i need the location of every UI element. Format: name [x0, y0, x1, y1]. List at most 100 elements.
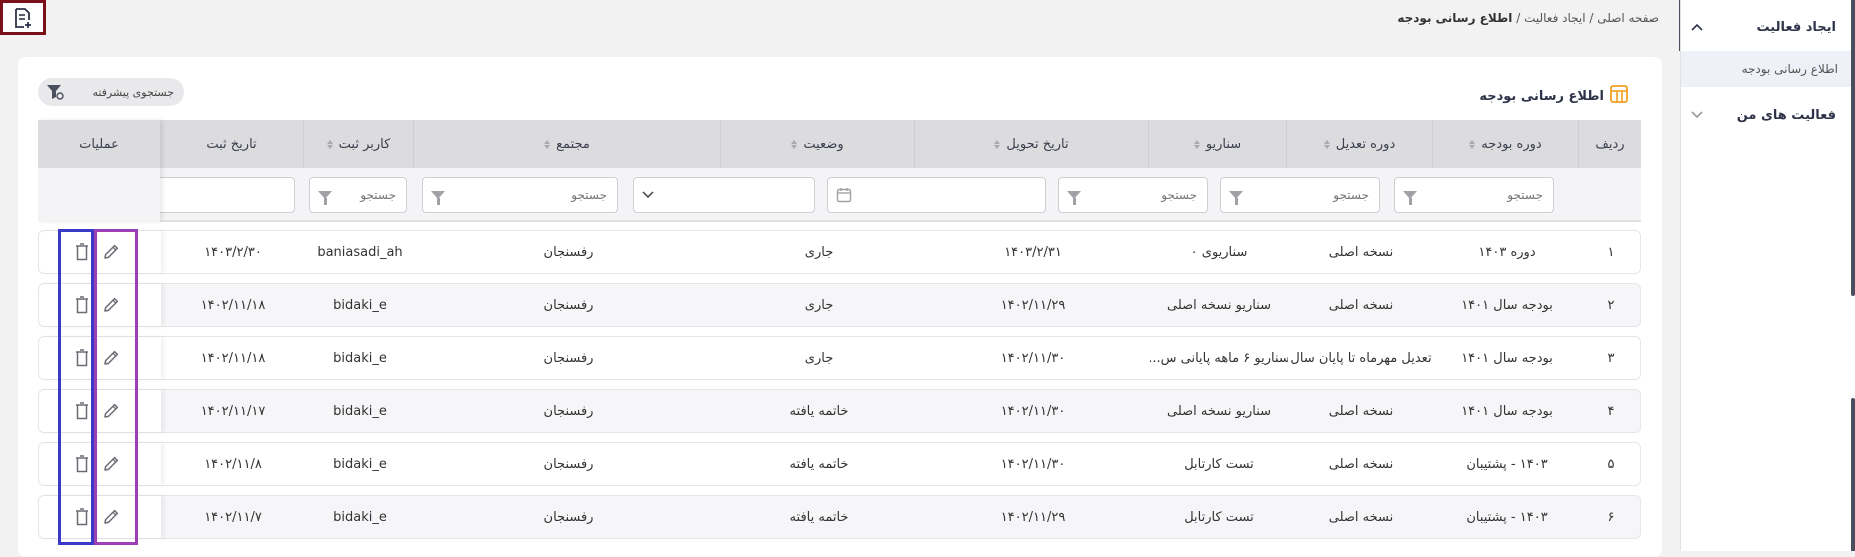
filter-input[interactable] — [445, 187, 609, 203]
column-header-label: دوره بودجه — [1481, 136, 1542, 152]
cell-index: ۳ — [1607, 350, 1615, 366]
cell-scenario: تست کارتابل — [1184, 509, 1254, 525]
column-header-created-date[interactable]: تاریخ ثبت — [160, 120, 304, 168]
cell-complex: رفسنجان — [543, 350, 594, 366]
cell-status: جاری — [804, 244, 834, 260]
sort-icon[interactable] — [791, 139, 798, 149]
filter-input[interactable] — [1417, 187, 1545, 203]
cell-budget-period: ۱۴۰۳ - پشتیبان — [1466, 509, 1548, 525]
cell-user: bidaki_e — [333, 456, 387, 472]
breadcrumb-separator: / — [1585, 11, 1598, 25]
column-header-adjust-period[interactable]: دوره تعدیل — [1287, 120, 1433, 168]
advanced-search-label: جستجوی پیشرفته — [92, 85, 174, 99]
table-row[interactable]: ۴ بودجه سال ۱۴۰۱ نسخه اصلی سناریو نسخه اصلی… — [38, 389, 1641, 433]
cell-budget-period: ۱۴۰۳ - پشتیبان — [1466, 456, 1548, 472]
sort-icon[interactable] — [1193, 139, 1200, 149]
sort-icon[interactable] — [994, 139, 1001, 149]
filter-scenario[interactable] — [1058, 177, 1208, 213]
column-header-label: عملیات — [38, 120, 160, 168]
breadcrumb-section[interactable]: ایجاد فعالیت — [1524, 11, 1585, 25]
cell-index: ۵ — [1607, 456, 1615, 472]
column-header-label: ردیف — [1595, 136, 1625, 152]
cell-budget-period: بودجه سال ۱۴۰۱ — [1461, 350, 1553, 366]
cell-complex: رفسنجان — [543, 403, 594, 419]
column-header-delivery-date[interactable]: تاریخ تحویل — [915, 120, 1149, 168]
card-title: اطلاع رسانی بودجه — [1479, 85, 1628, 107]
chevron-up-icon — [1691, 23, 1703, 31]
cell-status: خاتمه یافته — [789, 403, 849, 419]
cell-user: bidaki_e — [333, 509, 387, 525]
column-header-status[interactable]: وضعیت — [721, 120, 915, 168]
filter-icon — [318, 191, 332, 205]
sidebar-subitem-label: اطلاع رسانی بودجه — [1741, 62, 1838, 76]
sidebar-item-label: فعالیت های من — [1736, 107, 1836, 123]
breadcrumb-home[interactable]: صفحه اصلی — [1597, 11, 1659, 25]
table-header: ردیف دوره بودجه دوره تعدیل سناریو تاریخ … — [38, 120, 1641, 168]
cell-index: ۶ — [1607, 509, 1615, 525]
cell-budget-period: دوره ۱۴۰۳ — [1478, 244, 1536, 260]
sidebar-item-create-activity[interactable]: ایجاد فعالیت — [1681, 12, 1855, 42]
sidebar-subitem-budget-notice[interactable]: اطلاع رسانی بودجه — [1681, 51, 1852, 87]
sidebar-scrollbar[interactable] — [1851, 398, 1855, 551]
sort-icon[interactable] — [544, 139, 551, 149]
filter-input[interactable] — [1081, 187, 1199, 203]
column-header-budget-period[interactable]: دوره بودجه — [1433, 120, 1579, 168]
sort-icon[interactable] — [1469, 139, 1476, 149]
column-header-scenario[interactable]: سناریو — [1149, 120, 1287, 168]
filter-status-select[interactable] — [633, 177, 815, 213]
add-report-button[interactable] — [0, 0, 46, 35]
table-row[interactable]: ۵ ۱۴۰۳ - پشتیبان نسخه اصلی تست کارتابل ۱۴۰۲/… — [38, 442, 1641, 486]
filter-budget-period[interactable] — [1394, 177, 1554, 213]
sort-icon[interactable] — [1323, 139, 1330, 149]
cell-complex: رفسنجان — [543, 297, 594, 313]
advanced-search-button[interactable]: جستجوی پیشرفته — [38, 78, 184, 106]
filter-created-date[interactable] — [154, 177, 295, 213]
column-header-user[interactable]: کاربر ثبت — [304, 120, 414, 168]
cell-status: خاتمه یافته — [789, 456, 849, 472]
sidebar: ایجاد فعالیت اطلاع رسانی بودجه فعالیت ها… — [1680, 0, 1855, 551]
cell-complex: رفسنجان — [543, 509, 594, 525]
cell-status: خاتمه یافته — [789, 509, 849, 525]
table-row[interactable]: ۳ بودجه سال ۱۴۰۱ تعدیل مهرماه تا پایان سال… — [38, 336, 1641, 380]
filter-input[interactable] — [332, 187, 398, 203]
filter-icon — [1403, 191, 1417, 205]
table-icon — [1610, 85, 1628, 107]
cell-adjust-period: نسخه اصلی — [1328, 456, 1394, 472]
cell-user: bidaki_e — [333, 350, 387, 366]
filter-adjust-period[interactable] — [1220, 177, 1380, 213]
cell-delivery-date: ۱۴۰۲/۱۱/۲۹ — [1000, 297, 1066, 313]
cell-complex: رفسنجان — [543, 244, 594, 260]
chevron-down-icon — [642, 191, 654, 199]
filter-complex[interactable] — [422, 177, 618, 213]
table-row[interactable]: ۲ بودجه سال ۱۴۰۱ نسخه اصلی سناریو نسخه اصلی… — [38, 283, 1641, 327]
cell-adjust-period: تعدیل مهرماه تا پایان سال — [1290, 350, 1432, 366]
column-header-label: وضعیت — [803, 136, 844, 152]
filter-delivery-date[interactable] — [827, 177, 1046, 213]
cell-user: baniasadi_ah — [317, 244, 403, 260]
cell-index: ۱ — [1607, 244, 1615, 260]
sidebar-scrollbar[interactable] — [1851, 0, 1855, 296]
filter-settings-icon — [47, 85, 64, 100]
filter-input[interactable] — [1243, 187, 1371, 203]
cell-created-date: ۱۴۰۳/۲/۳۰ — [204, 244, 262, 260]
cell-scenario: سناریو نسخه اصلی — [1166, 297, 1272, 313]
column-header-complex[interactable]: مجتمع — [414, 120, 721, 168]
filter-icon — [431, 191, 445, 205]
sidebar-item-my-activities[interactable]: فعالیت های من — [1681, 100, 1855, 130]
cell-scenario: تست کارتابل — [1184, 456, 1254, 472]
cell-index: ۴ — [1607, 403, 1615, 419]
sort-icon[interactable] — [326, 139, 333, 149]
column-header-index[interactable]: ردیف — [1579, 120, 1641, 168]
sidebar-item-label: ایجاد فعالیت — [1756, 19, 1836, 35]
table-row[interactable]: ۱ دوره ۱۴۰۳ نسخه اصلی سناریوی ۰ ۱۴۰۳/۲/۳۱ جار… — [38, 230, 1641, 274]
breadcrumb-current: اطلاع رسانی بودجه — [1397, 11, 1513, 25]
cell-scenario: سناریو نسخه اصلی — [1166, 403, 1272, 419]
card-title-text: اطلاع رسانی بودجه — [1479, 88, 1604, 104]
column-header-label: سناریو — [1205, 136, 1242, 152]
filter-user[interactable] — [309, 177, 407, 213]
column-header-label: کاربر ثبت — [338, 136, 391, 152]
column-header-label: تاریخ تحویل — [1006, 136, 1069, 152]
table-row[interactable]: ۶ ۱۴۰۳ - پشتیبان نسخه اصلی تست کارتابل ۱۴۰۲/… — [38, 495, 1641, 539]
cell-user: bidaki_e — [333, 297, 387, 313]
cell-delivery-date: ۱۴۰۲/۱۱/۲۹ — [1000, 509, 1066, 525]
